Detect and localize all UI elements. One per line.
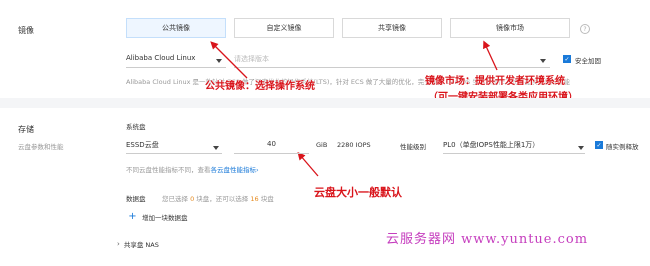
disk-perf-link[interactable]: 各云盘性能指标 — [211, 166, 257, 174]
disk-type-value: ESSD云盘 — [126, 141, 159, 149]
release-with-instance-checkbox[interactable]: ✓ — [595, 141, 603, 149]
section-divider — [0, 98, 650, 108]
disk-perf-note: 不同云盘性能指标不同，查看各云盘性能指标› — [126, 164, 259, 174]
arrow-public-image — [210, 41, 248, 79]
storage-section-subtitle: 云盘参数和性能 — [18, 143, 64, 151]
disk-type-select[interactable]: ESSD云盘 — [126, 140, 222, 154]
public-image-annotation: 公共镜像：选择操作系统 — [205, 81, 315, 92]
perf-level-select[interactable]: PL0（单盘IOPS性能上限1万） — [443, 140, 585, 154]
chevron-down-icon — [578, 146, 584, 150]
perf-level-value: PL0（单盘IOPS性能上限1万） — [443, 141, 540, 149]
arrow-image-market — [483, 40, 498, 71]
data-disk-selected-count: 0 — [190, 195, 195, 203]
market-annotation-line1: 镜像市场：提供开发者环境系统 — [425, 76, 565, 87]
shared-disk-toggle[interactable]: › 共享盘 NAS — [117, 239, 159, 249]
plus-icon: + — [128, 210, 137, 222]
data-disk-info: 您已选择 0 块盘，还可以选择 16 块盘 — [162, 193, 274, 203]
data-disk-text: 块盘，还可以选择 — [196, 195, 249, 203]
add-data-disk-label: 增加一块数据盘 — [142, 214, 188, 222]
chevron-right-icon: › — [256, 166, 259, 174]
disk-size-input[interactable]: 40 — [234, 140, 309, 154]
system-disk-label: 系统盘 — [126, 123, 146, 131]
shared-disk-label: 共享盘 NAS — [123, 241, 159, 249]
data-disk-remaining-count: 16 — [250, 195, 259, 203]
data-disk-label: 数据盘 — [126, 195, 146, 203]
storage-section-title: 存储 — [18, 125, 34, 134]
add-data-disk-button[interactable]: + 增加一块数据盘 — [128, 210, 188, 222]
arrow-disk-size — [297, 152, 319, 177]
disk-size-annotation: 云盘大小一般默认 — [314, 186, 402, 199]
disk-unit: GiB — [316, 141, 328, 149]
disk-note-text: 不同云盘性能指标不同，查看 — [126, 166, 211, 174]
disk-iops: 2280 IOPS — [337, 141, 371, 149]
perf-level-label: 性能级别 — [400, 143, 426, 151]
data-disk-text: 您已选择 — [162, 195, 188, 203]
chevron-right-icon: › — [117, 240, 120, 248]
release-label: 随实例释放 — [606, 143, 639, 151]
annotation-arrows — [210, 40, 498, 177]
watermark: 云服务器网 www.yuntue.com — [386, 232, 589, 247]
disk-size-value: 40 — [267, 140, 276, 148]
chevron-down-icon — [213, 146, 219, 150]
data-disk-text: 块盘 — [260, 195, 274, 203]
